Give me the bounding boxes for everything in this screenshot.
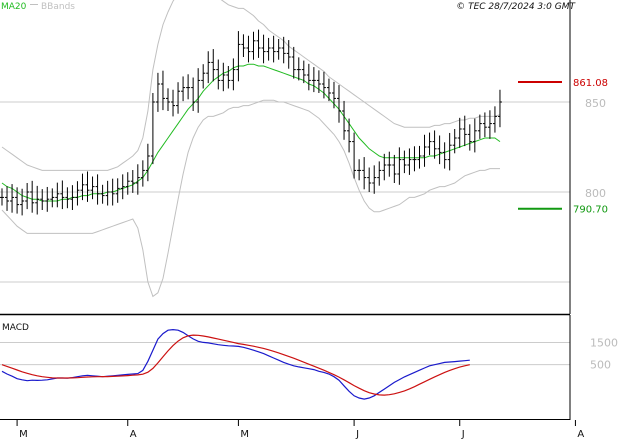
macd-grid [0,341,570,366]
price-tick-label: 800 [585,187,606,200]
macd-tick-label: 1500 [590,336,618,349]
x-axis-label: J [355,429,359,440]
resistance-label: 861.08 [573,78,608,89]
price-tick-label: 850 [585,97,606,110]
support-label: 790.70 [573,205,608,216]
copyright-text: © TEC 28/7/2024 3:0 GMT [456,2,576,12]
macd-title: MACD [2,323,29,333]
chart-canvas: 861.08 790.70 850 800 MA20 BBands © TEC 28… [0,0,618,440]
macd-panel: 1500 500 MACD [0,315,618,420]
legend-bbands-swatch [30,4,38,5]
x-axis-label: M [240,429,249,440]
x-axis-label: M [19,429,28,440]
price-panel: 861.08 790.70 850 800 MA20 BBands © TEC 28… [0,0,608,316]
chart-root: 861.08 790.70 850 800 MA20 BBands © TEC 28… [0,0,627,440]
macd-tick-labels: 1500 500 [590,336,618,371]
price-tick-labels: 850 800 [585,97,606,200]
price-plot-area [0,0,570,314]
x-axis: MAMJJA [16,420,584,440]
macd-tick-label: 500 [590,359,611,372]
x-axis-label: A [130,429,137,440]
x-axis-label: J [461,429,465,440]
legend-ma20: MA20 [1,2,27,12]
legend-bbands: BBands [41,2,75,12]
x-axis-label: A [577,429,584,440]
